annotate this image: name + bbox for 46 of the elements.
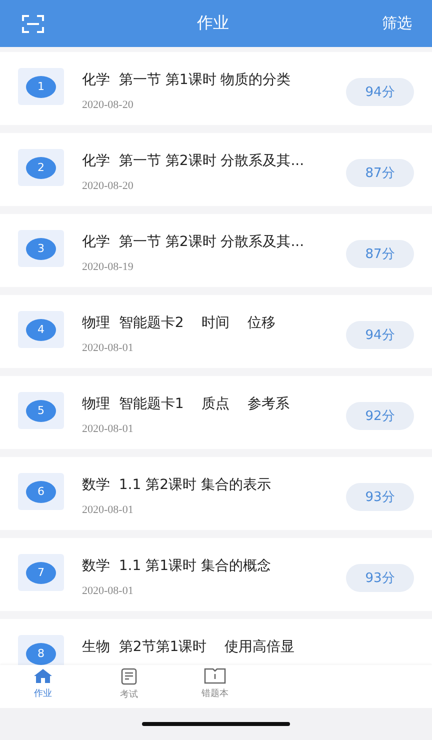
assignment-title: 数学 1.1 第1课时 集合的概念 [82,557,272,575]
assignment-date: 2020-08-19 [82,261,134,273]
assignment-title: 物理 智能题卡2 时间 位移 [82,314,276,332]
tab[interactable]: 考试 [86,668,172,708]
score-badge: 93分 [346,482,414,510]
assignment-title: 化学 第一节 第2课时 分散系及其... [82,152,306,170]
number-badge: 2 [26,156,56,178]
assignment-date: 2020-08-20 [82,99,134,111]
assignment-date: 2020-08-01 [82,585,134,597]
number-badge: 1 [26,76,56,98]
book-icon [204,668,226,684]
number-badge: 5 [26,400,56,422]
score-badge: 94分 [346,320,414,348]
document-icon [121,668,137,685]
assignment-date: 2020-08-01 [82,342,134,354]
assignment-row[interactable]: 3 化学 第一节 第2课时 分散系及其... 2020-08-19 87分 [0,214,432,287]
assignment-row[interactable]: 2 化学 第一节 第2课时 分散系及其... 2020-08-20 87分 [0,133,432,206]
score-badge: 94分 [346,78,414,106]
assignment-row[interactable]: 5 物理 智能题卡1 质点 参考系 2020-08-01 92分 [0,376,432,449]
assignment-row[interactable]: 4 物理 智能题卡2 时间 位移 2020-08-01 94分 [0,295,432,368]
home-icon [33,668,53,684]
tab[interactable]: 作业 [0,668,86,708]
assignment-title: 化学 第一节 第1课时 物质的分类 [82,71,292,89]
assignment-date: 2020-08-01 [82,423,134,435]
score-badge: 87分 [346,158,414,186]
assignment-row[interactable]: 8 生物 第2节第1课时 使用高倍显 [0,619,432,665]
assignment-date: 2020-08-01 [82,504,134,516]
page-title: 作业 [197,13,229,34]
number-badge: 6 [26,480,56,502]
score-badge: 87分 [346,240,414,268]
assignment-date: 2020-08-20 [82,180,134,192]
assignment-row[interactable]: 6 数学 1.1 第2课时 集合的表示 2020-08-01 93分 [0,457,432,530]
number-badge: 7 [26,562,56,584]
assignment-row[interactable]: 1 化学 第一节 第1课时 物质的分类 2020-08-20 94分 [0,52,432,125]
assignment-title: 物理 智能题卡1 质点 参考系 [82,395,290,413]
assignment-title: 化学 第一节 第2课时 分散系及其... [82,233,306,251]
number-badge: 3 [26,238,56,260]
assignment-title: 生物 第2节第1课时 使用高倍显 [82,638,296,656]
scan-icon[interactable] [22,14,44,32]
score-badge: 92分 [346,402,414,430]
assignment-row[interactable]: 7 数学 1.1 第1课时 集合的概念 2020-08-01 93分 [0,538,432,611]
tab[interactable]: 错题本 [172,668,258,708]
score-badge: 93分 [346,564,414,592]
number-badge: 4 [26,318,56,340]
number-badge: 8 [26,642,56,664]
assignment-title: 数学 1.1 第2课时 集合的表示 [82,476,272,494]
